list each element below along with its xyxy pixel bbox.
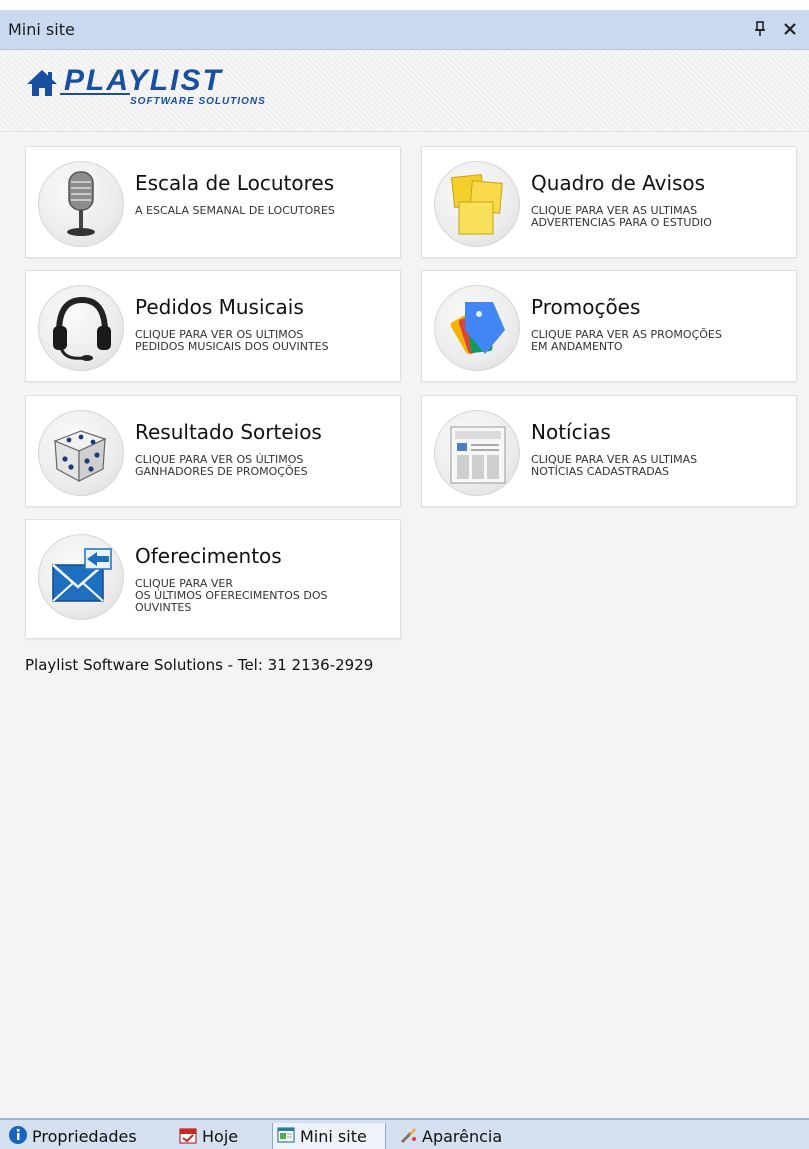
card-title: Oferecimentos <box>135 544 282 568</box>
card-description: CLIQUE PARA VER AS ULTIMAS NOTÍCIAS CADA… <box>531 453 698 478</box>
card-description: CLIQUE PARA VER AS PROMOÇÕES EM ANDAMENT… <box>531 328 722 353</box>
card-title: Resultado Sorteios <box>135 420 322 444</box>
calendar-icon <box>179 1128 197 1144</box>
headset-icon <box>38 285 124 371</box>
card-title: Notícias <box>531 420 611 444</box>
card-quadro-de-avisos[interactable]: Quadro de Avisos CLIQUE PARA VER AS ULTI… <box>421 146 797 258</box>
card-resultado-sorteios[interactable]: Resultado Sorteios CLIQUE PARA VER OS ÚL… <box>25 395 401 507</box>
card-title: Pedidos Musicais <box>135 295 304 319</box>
card-description: A ESCALA SEMANAL DE LOCUTORES <box>135 204 335 217</box>
card-description: CLIQUE PARA VER OS ULTIMOS PEDIDOS MUSIC… <box>135 328 329 353</box>
tab-hoje[interactable]: Hoje <box>178 1123 264 1149</box>
price-tags-icon <box>434 285 520 371</box>
mini-site-content: PLAYLIST SOFTWARE SOLUTIONS Escala de Lo… <box>0 50 809 1118</box>
card-pedidos-musicais[interactable]: Pedidos Musicais CLIQUE PARA VER OS ULTI… <box>25 270 401 382</box>
sticky-notes-icon <box>434 161 520 247</box>
tab-label: Propriedades <box>32 1127 137 1146</box>
tab-label: Hoje <box>202 1127 239 1146</box>
logo-brand-text: PLAYLIST <box>64 64 223 97</box>
card-oferecimentos[interactable]: Oferecimentos CLIQUE PARA VER OS ÚLTIMOS… <box>25 519 401 639</box>
tab-aparencia[interactable]: Aparência <box>398 1123 528 1149</box>
info-icon <box>9 1126 27 1144</box>
tab-label: Aparência <box>422 1127 503 1146</box>
contact-text: Playlist Software Solutions - Tel: 31 21… <box>25 656 374 674</box>
panel-title: Mini site <box>8 20 75 39</box>
playlist-logo[interactable]: PLAYLIST SOFTWARE SOLUTIONS <box>60 64 320 108</box>
dice-icon <box>38 410 124 496</box>
card-title: Quadro de Avisos <box>531 171 706 195</box>
pin-icon[interactable] <box>752 19 768 39</box>
newspaper-icon <box>434 410 520 496</box>
card-escala-de-locutores[interactable]: Escala de Locutores A ESCALA SEMANAL DE … <box>25 146 401 258</box>
site-header: PLAYLIST SOFTWARE SOLUTIONS <box>0 50 809 132</box>
paint-brush-icon <box>400 1128 416 1144</box>
card-title: Promoções <box>531 295 641 319</box>
panel-titlebar: Mini site <box>0 10 809 50</box>
tab-mini-site[interactable]: Mini site <box>272 1123 386 1149</box>
web-page-icon <box>277 1127 295 1143</box>
card-description: CLIQUE PARA VER OS ÚLTIMOS OFERECIMENTOS… <box>135 577 328 614</box>
bottom-tab-bar: Propriedades Hoje Mini site Aparência <box>0 1118 809 1149</box>
tab-propriedades[interactable]: Propriedades <box>8 1123 168 1149</box>
card-noticias[interactable]: Notícias CLIQUE PARA VER AS ULTIMAS NOTÍ… <box>421 395 797 507</box>
close-icon[interactable] <box>782 19 798 39</box>
card-description: CLIQUE PARA VER AS ULTIMAS ADVERTENCIAS … <box>531 204 712 229</box>
envelope-icon <box>38 534 124 620</box>
home-icon[interactable] <box>25 68 59 98</box>
logo-tagline-text: SOFTWARE SOLUTIONS <box>130 96 266 107</box>
tab-label: Mini site <box>300 1127 367 1146</box>
card-title: Escala de Locutores <box>135 171 335 195</box>
card-description: CLIQUE PARA VER OS ÚLTIMOS GANHADORES DE… <box>135 453 308 478</box>
microphone-icon <box>38 161 124 247</box>
card-promocoes[interactable]: Promoções CLIQUE PARA VER AS PROMOÇÕES E… <box>421 270 797 382</box>
